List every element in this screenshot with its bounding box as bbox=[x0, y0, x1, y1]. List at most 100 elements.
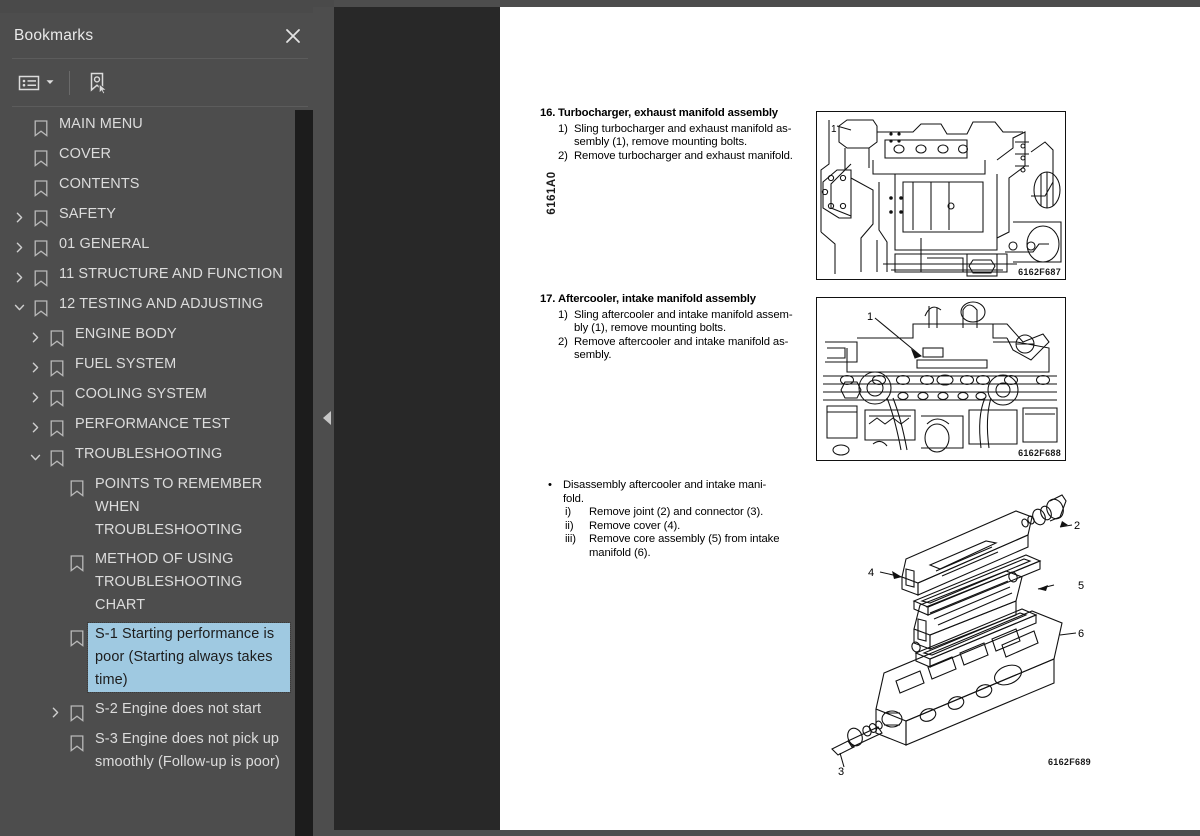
bookmark-icon bbox=[30, 263, 52, 287]
section-17: 17. Aftercooler, intake manifold assembly… bbox=[540, 293, 810, 363]
bookmark-item[interactable]: PERFORMANCE TEST bbox=[0, 410, 296, 440]
bookmark-icon bbox=[46, 443, 68, 467]
bookmark-icon bbox=[46, 383, 68, 407]
chevron-right-icon[interactable] bbox=[24, 323, 46, 343]
toolbar-divider bbox=[12, 106, 308, 107]
bookmark-item[interactable]: S-1 Starting performance is poor (Starti… bbox=[0, 620, 296, 695]
bookmark-item-label: S-2 Engine does not start bbox=[95, 701, 262, 717]
bookmark-item-label: COOLING SYSTEM bbox=[75, 386, 207, 402]
section-17-item-2-line-2: . sembly. bbox=[574, 349, 612, 362]
bookmark-item[interactable]: 11 STRUCTURE AND FUNCTION bbox=[0, 260, 296, 290]
bookmark-item[interactable]: COVER bbox=[0, 140, 296, 170]
close-icon[interactable] bbox=[280, 23, 306, 49]
bookmark-item[interactable]: COOLING SYSTEM bbox=[0, 380, 296, 410]
svg-text:1: 1 bbox=[831, 124, 837, 135]
section-17-item-1-line-1: 1) Sling aftercooler and intake manifold… bbox=[558, 308, 793, 321]
bookmark-icon bbox=[46, 323, 68, 347]
bookmark-icon bbox=[66, 728, 88, 752]
bookmark-item-label: 01 GENERAL bbox=[59, 236, 150, 252]
bookmark-icon bbox=[30, 293, 52, 317]
bookmark-item-label: POINTS TO REMEMBER WHEN TROUBLESHOOTING bbox=[95, 476, 267, 538]
bookmark-icon bbox=[30, 233, 52, 257]
chevron-right-icon[interactable] bbox=[44, 698, 66, 718]
bookmark-item-label: FUEL SYSTEM bbox=[75, 356, 177, 372]
section-16-item-1-line-1: 1) Sling turbocharger and exhaust manifo… bbox=[558, 122, 792, 135]
bookmark-item-label: ENGINE BODY bbox=[75, 326, 177, 342]
list-options-icon[interactable] bbox=[14, 70, 59, 96]
bookmark-item[interactable]: ENGINE BODY bbox=[0, 320, 296, 350]
chevron-down-icon[interactable] bbox=[24, 443, 46, 463]
svg-text:2: 2 bbox=[1074, 520, 1080, 532]
svg-text:3: 3 bbox=[838, 766, 844, 777]
bookmark-icon bbox=[66, 548, 88, 572]
bookmark-item-label: METHOD OF USING TROUBLESHOOTING CHART bbox=[95, 551, 247, 613]
bookmark-item-label: 12 TESTING AND ADJUSTING bbox=[59, 296, 264, 312]
panel-title: Bookmarks bbox=[14, 26, 94, 44]
bookmark-icon bbox=[30, 173, 52, 197]
section-17-item-1-line-2: . bly (1), remove mounting bolts. bbox=[574, 322, 726, 335]
bookmark-icon bbox=[66, 473, 88, 497]
toolbar-separator bbox=[69, 70, 70, 95]
chevron-down-icon[interactable] bbox=[8, 293, 30, 313]
bookmark-item-label: S-3 Engine does not pick up smoothly (Fo… bbox=[95, 731, 284, 770]
bookmark-pointer-icon[interactable] bbox=[82, 68, 114, 98]
bookmark-item[interactable]: TROUBLESHOOTING bbox=[0, 440, 296, 470]
section-17-item-2-line-1: 2) Remove aftercooler and intake manifol… bbox=[558, 335, 789, 348]
collapse-left-icon[interactable] bbox=[320, 408, 334, 428]
sub-item-i: i) Remove joint (2) and connector (3). bbox=[565, 506, 764, 519]
chevron-down-icon bbox=[45, 74, 55, 92]
bookmark-item-label: 11 STRUCTURE AND FUNCTION bbox=[59, 266, 283, 282]
bookmark-item[interactable]: POINTS TO REMEMBER WHEN TROUBLESHOOTING bbox=[0, 470, 296, 545]
splitter-top-strip bbox=[313, 0, 334, 7]
bookmark-item[interactable]: 12 TESTING AND ADJUSTING bbox=[0, 290, 296, 320]
bookmark-item-label: CONTENTS bbox=[59, 176, 140, 192]
bookmark-item[interactable]: SAFETY bbox=[0, 200, 296, 230]
bookmarks-tree[interactable]: MAIN MENU COVER CONTENTS SAFETY 01 GENERAL 11… bbox=[0, 110, 296, 836]
bookmark-item[interactable]: CONTENTS bbox=[0, 170, 296, 200]
bookmark-icon bbox=[30, 113, 52, 137]
bookmark-item-label: SAFETY bbox=[59, 206, 116, 222]
pdf-page: 6161A0 16. Turbocharger, exhaust manifold… bbox=[500, 7, 1200, 830]
bookmark-item-label: S-1 Starting performance is poor (Starti… bbox=[87, 622, 291, 693]
bookmark-icon bbox=[30, 203, 52, 227]
svg-text:6: 6 bbox=[1078, 628, 1084, 640]
chevron-right-icon[interactable] bbox=[8, 203, 30, 223]
chevron-right-icon[interactable] bbox=[24, 383, 46, 403]
bookmark-item[interactable]: MAIN MENU bbox=[0, 110, 296, 140]
bookmark-item[interactable]: S-2 Engine does not start bbox=[0, 695, 296, 725]
pdf-reader-window: Bookmarks MAIN MENU COVER CONTENTS SAFET… bbox=[0, 0, 1200, 836]
chevron-right-icon[interactable] bbox=[8, 233, 30, 253]
sub-item-ii: ii) Remove cover (4). bbox=[565, 519, 681, 532]
bookmark-icon bbox=[46, 353, 68, 377]
bullet-line-2: . fold. bbox=[563, 492, 584, 505]
bookmark-item-label: COVER bbox=[59, 146, 112, 162]
figure-1-code: 6162F687 bbox=[1018, 267, 1061, 277]
bookmark-item[interactable]: METHOD OF USING TROUBLESHOOTING CHART bbox=[0, 545, 296, 620]
bookmark-item[interactable]: 01 GENERAL bbox=[0, 230, 296, 260]
bookmarks-scrollbar-track[interactable] bbox=[295, 110, 604, 836]
bookmarks-panel: Bookmarks MAIN MENU COVER CONTENTS SAFET… bbox=[0, 0, 604, 836]
panel-top-strip bbox=[0, 6, 320, 13]
section-17-heading: 17. Aftercooler, intake manifold assembly bbox=[540, 293, 756, 305]
chevron-right-icon[interactable] bbox=[24, 413, 46, 433]
sub-item-iii-line-1: iii) Remove core assembly (5) from intak… bbox=[565, 533, 780, 546]
figure-aftercooler-intake-manifold: 1 6162F688 bbox=[816, 297, 1066, 461]
bookmark-icon bbox=[30, 143, 52, 167]
figure-aftercooler-exploded-view: 4 2 5 6 3 6162F689 bbox=[810, 477, 1110, 777]
svg-text:1: 1 bbox=[867, 311, 873, 323]
bookmark-item-label: PERFORMANCE TEST bbox=[75, 416, 231, 432]
disassembly-bullet-block: • Disassembly aftercooler and intake man… bbox=[548, 479, 816, 561]
bookmark-item[interactable]: FUEL SYSTEM bbox=[0, 350, 296, 380]
bookmark-item-label: MAIN MENU bbox=[59, 116, 143, 132]
bookmark-icon bbox=[66, 698, 88, 722]
section-16-item-1-line-2: . sembly (1), remove mounting bolts. bbox=[574, 136, 748, 149]
bookmark-icon bbox=[46, 413, 68, 437]
section-16: 16. Turbocharger, exhaust manifold assemb… bbox=[540, 107, 810, 163]
bookmark-item[interactable]: S-3 Engine does not pick up smoothly (Fo… bbox=[0, 725, 296, 777]
chevron-right-icon[interactable] bbox=[24, 353, 46, 373]
figure-2-code: 6162F688 bbox=[1018, 448, 1061, 458]
section-16-item-2-line-1: 2) Remove turbocharger and exhaust manif… bbox=[558, 149, 793, 162]
document-viewer[interactable]: 6161A0 16. Turbocharger, exhaust manifold… bbox=[334, 7, 1200, 830]
chevron-right-icon[interactable] bbox=[8, 263, 30, 283]
sub-item-iii-line-2: . manifold (6). bbox=[589, 546, 651, 559]
